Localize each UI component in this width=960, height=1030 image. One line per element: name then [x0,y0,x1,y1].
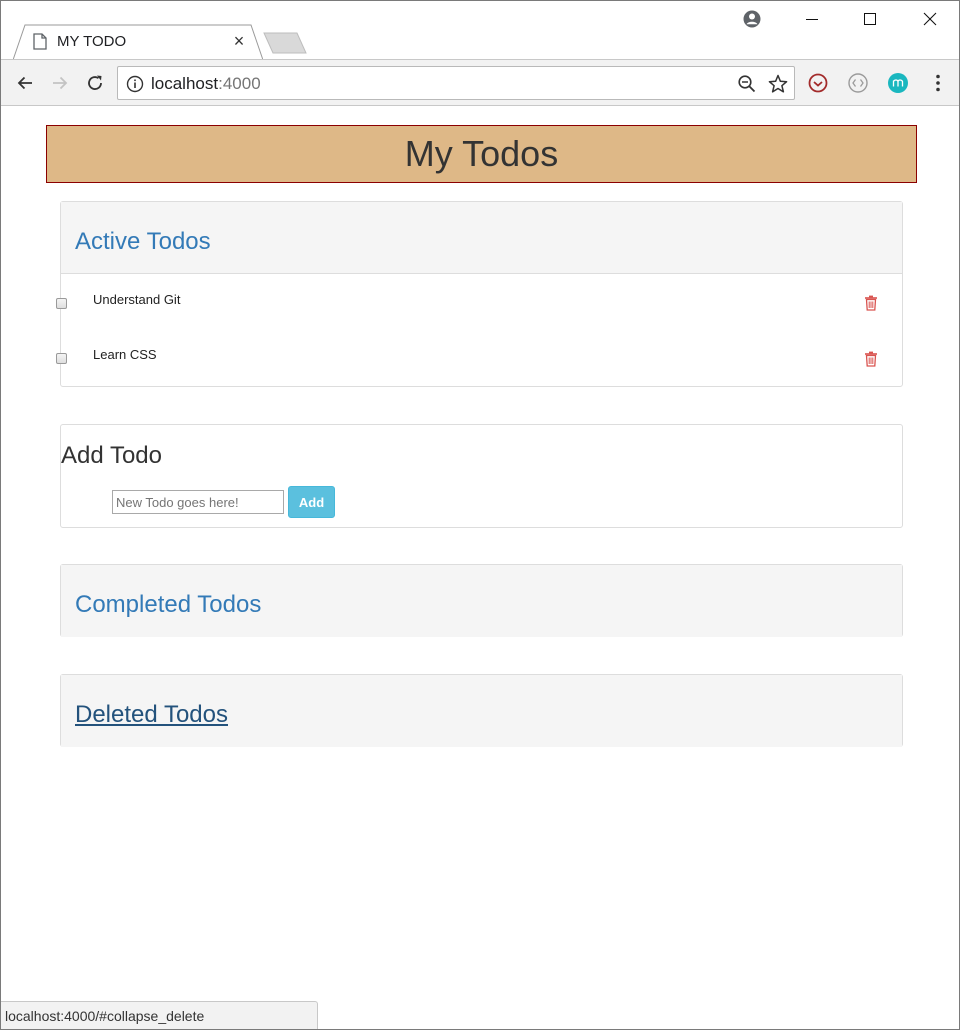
deleted-todos-title[interactable]: Deleted Todos [75,701,228,729]
url-host: localhost [151,74,219,93]
address-bar[interactable]: localhost:4000 [117,66,795,100]
zoom-out-icon[interactable] [737,74,757,94]
profile-icon[interactable] [742,9,762,29]
browser-toolbar: localhost:4000 [1,59,959,106]
page-content: My Todos Active Todos Understand Git Lea… [1,107,959,1029]
info-icon[interactable] [126,75,144,93]
completed-todos-panel: Completed Todos [60,564,903,637]
todo-item: Learn CSS [56,347,902,377]
todo-checkbox[interactable] [56,353,67,364]
tab-title: MY TODO [57,33,127,50]
minimize-icon [806,19,818,20]
page-title: My Todos [404,133,559,174]
close-icon [923,12,937,26]
todo-checkbox[interactable] [56,298,67,309]
new-todo-input[interactable] [112,490,284,514]
reload-button[interactable] [82,70,108,96]
back-arrow-icon [17,76,32,90]
deleted-todos-heading[interactable]: Deleted Todos [61,675,902,747]
add-todo-title: Add Todo [61,442,162,469]
add-todo-button[interactable]: Add [288,486,335,518]
document-icon [33,33,47,50]
add-todo-panel: Add Todo Add [60,424,903,528]
extension-m-button[interactable] [887,72,909,94]
minimize-button[interactable] [783,1,841,37]
status-bar: localhost:4000/#collapse_delete [1,1001,318,1029]
todo-label: Understand Git [93,292,181,307]
reload-icon [88,75,102,90]
maximize-icon [864,13,876,25]
extension-pocket-button[interactable] [807,72,829,94]
close-window-button[interactable] [901,1,959,37]
forward-arrow-icon [53,76,68,90]
todo-label: Learn CSS [93,347,157,362]
tab-close-icon[interactable]: × [229,30,249,52]
new-tab-button[interactable] [263,32,307,54]
active-todos-heading[interactable]: Active Todos [61,202,902,274]
pocket-icon [808,73,828,93]
todo-item: Understand Git [56,292,902,322]
browser-tab[interactable]: MY TODO × [13,24,263,60]
browser-window: MY TODO × localhost:4000 My Todos Active… [0,0,960,1030]
tab-strip: MY TODO × [1,1,959,60]
browser-menu-button[interactable] [927,72,949,94]
completed-todos-heading[interactable]: Completed Todos [61,565,902,637]
tab-shape [13,24,263,60]
extension-code-button[interactable] [847,72,869,94]
url-port: :4000 [218,74,261,93]
forward-button[interactable] [47,70,73,96]
maximize-button[interactable] [841,1,899,37]
active-todos-title[interactable]: Active Todos [75,228,211,256]
m-circle-icon [888,73,908,93]
bookmark-star-icon[interactable] [767,73,789,95]
kebab-menu-icon [936,74,940,92]
code-brackets-icon [848,73,868,93]
page-header: My Todos [46,125,917,183]
url-text: localhost:4000 [151,74,261,94]
deleted-todos-panel: Deleted Todos [60,674,903,747]
active-todos-panel: Active Todos Understand Git Learn CSS [56,201,903,387]
trash-icon[interactable] [864,351,878,367]
completed-todos-title[interactable]: Completed Todos [75,591,261,619]
back-button[interactable] [12,70,38,96]
trash-icon[interactable] [864,295,878,311]
status-url: localhost:4000/#collapse_delete [5,1008,205,1024]
